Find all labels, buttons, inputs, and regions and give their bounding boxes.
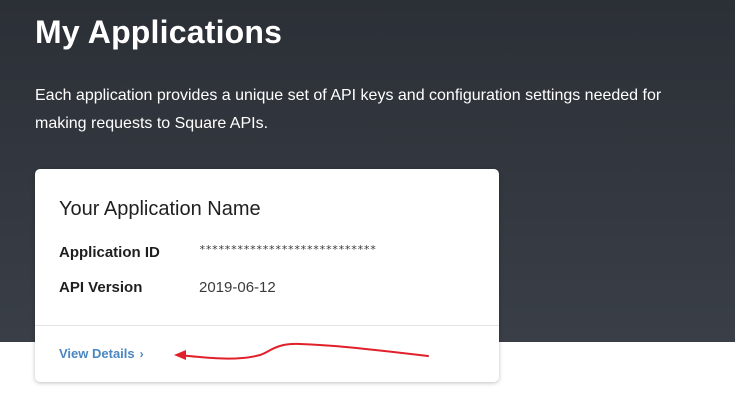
application-name: Your Application Name	[59, 198, 261, 220]
page-description: Each application provides a unique set o…	[35, 87, 662, 132]
application-id-label: Application ID	[59, 244, 160, 261]
view-details-label: View Details	[59, 346, 135, 361]
application-id-value: ****************************	[199, 243, 377, 256]
page-title: My Applications	[35, 14, 283, 50]
card-divider	[35, 325, 499, 326]
api-version-value: 2019-06-12	[199, 279, 276, 296]
chevron-right-icon: ›	[139, 347, 144, 361]
application-card: Your Application Name Application ID ***…	[35, 169, 499, 382]
api-version-label: API Version	[59, 279, 143, 296]
view-details-link[interactable]: View Details ›	[59, 346, 144, 361]
